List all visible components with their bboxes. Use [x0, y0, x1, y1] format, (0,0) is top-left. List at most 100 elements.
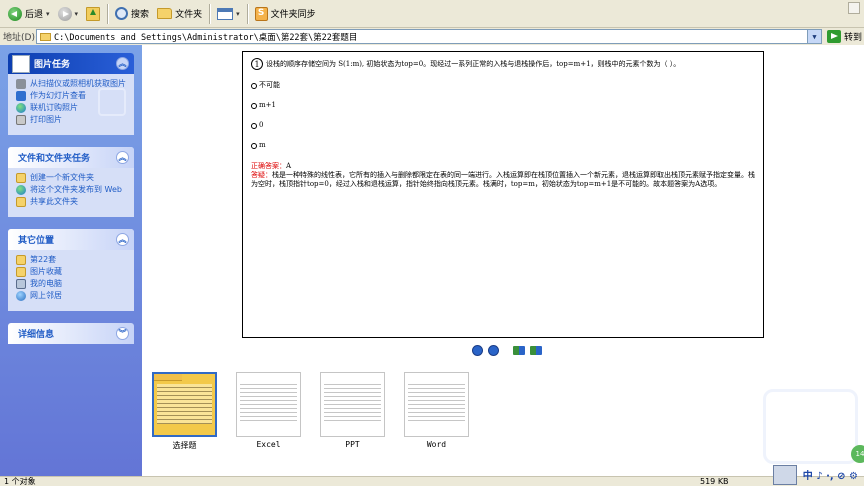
task-label: 将这个文件夹发布到 Web: [30, 185, 122, 194]
answer-value: A: [286, 162, 292, 170]
picture-watermark-icon: [763, 389, 858, 464]
task-label: 从扫描仪或照相机获取图片: [30, 79, 126, 88]
details-panel: 详细信息 ︾: [8, 323, 134, 344]
thumbnail-item[interactable]: PPT: [320, 372, 385, 451]
option-label: 不可能: [259, 81, 280, 89]
task-new-folder[interactable]: 创建一个新文件夹: [16, 173, 128, 183]
address-path: C:\Documents and Settings\Administrator\…: [54, 32, 358, 43]
filmstrip-view: 1 设栈的顺序存储空间为 S(1:m), 初始状态为top=0。现经过一系列正常…: [142, 45, 864, 476]
place-label: 网上邻居: [30, 291, 62, 300]
thumbnail-label: PPT: [345, 440, 360, 449]
question-number: 1: [251, 58, 263, 70]
rotate-counterclockwise-button[interactable]: [530, 346, 542, 355]
network-icon: [16, 291, 26, 301]
ime-toolbar[interactable]: 中 ♪ ·, ⊘ ⚙: [772, 463, 864, 486]
toolbar-separator: [107, 3, 109, 24]
other-places-header[interactable]: 其它位置 ︽: [8, 229, 134, 250]
search-label: 搜索: [131, 10, 150, 20]
thumbnail-item[interactable]: Excel: [236, 372, 301, 451]
place-my-computer[interactable]: 我的电脑: [16, 279, 128, 289]
share-folder-icon: [16, 197, 26, 207]
folder-icon: [40, 32, 51, 41]
place-label: 第22套: [30, 255, 57, 264]
folders-button[interactable]: 文件夹: [153, 3, 206, 25]
collapse-chevron-icon[interactable]: ︽: [116, 57, 129, 70]
toolbar: 后退 ▾ ▾ 搜索 文件夹 ▾ S 文件夹同步: [0, 0, 864, 28]
back-dropdown-icon[interactable]: ▾: [46, 10, 50, 18]
back-button[interactable]: 后退 ▾: [4, 3, 54, 25]
windows-logo-icon: [848, 2, 860, 14]
up-folder-button[interactable]: [82, 3, 104, 25]
task-share-folder[interactable]: 共享此文件夹: [16, 197, 128, 207]
place-set-22[interactable]: 第22套: [16, 255, 128, 265]
thumbnail-label: Word: [426, 440, 447, 449]
radio-icon: [251, 142, 257, 149]
collapse-chevron-icon[interactable]: ︽: [116, 233, 129, 246]
folder-sync-button[interactable]: S 文件夹同步: [251, 3, 320, 25]
picture-tasks-header[interactable]: ▣ 图片任务 ︽: [8, 53, 134, 74]
place-my-pictures[interactable]: 图片收藏: [16, 267, 128, 277]
address-input[interactable]: C:\Documents and Settings\Administrator\…: [36, 29, 822, 44]
task-label: 共享此文件夹: [30, 197, 78, 206]
task-publish-web[interactable]: 将这个文件夹发布到 Web: [16, 185, 128, 195]
up-folder-icon: [86, 6, 101, 21]
views-button[interactable]: ▾: [213, 3, 244, 25]
place-network[interactable]: 网上邻居: [16, 291, 128, 301]
thumbnail-label: 选择题: [172, 441, 197, 450]
explanation-label: 答疑：: [251, 171, 272, 179]
next-image-button[interactable]: [488, 345, 499, 356]
task-label: 打印图片: [30, 115, 62, 124]
publish-web-icon: [16, 185, 26, 195]
folders-label: 文件夹: [175, 10, 203, 20]
file-tasks-body: 创建一个新文件夹 将这个文件夹发布到 Web 共享此文件夹: [8, 168, 134, 217]
picture-tasks-body: 从扫描仪或照相机获取图片 作为幻灯片查看 联机订购照片 打印图片: [8, 74, 134, 135]
forward-button[interactable]: ▾: [54, 3, 83, 25]
floating-badge[interactable]: 14: [851, 445, 864, 463]
expand-chevron-icon[interactable]: ︾: [116, 327, 129, 340]
thumbnail-image: [152, 372, 217, 437]
new-folder-icon: [16, 173, 26, 183]
image-preview: 1 设栈的顺序存储空间为 S(1:m), 初始状态为top=0。现经过一系列正常…: [242, 51, 764, 338]
go-button[interactable]: 转到: [827, 30, 862, 43]
other-places-body: 第22套 图片收藏 我的电脑 网上邻居: [8, 250, 134, 311]
slideshow-icon: [16, 91, 26, 101]
collapse-chevron-icon[interactable]: ︽: [116, 151, 129, 164]
thumbnail-item[interactable]: 选择题: [152, 372, 217, 451]
details-header[interactable]: 详细信息 ︾: [8, 323, 134, 344]
printer-icon: [16, 115, 26, 125]
task-label: 联机订购照片: [30, 103, 78, 112]
sync-icon: S: [254, 6, 268, 21]
picture-icon: ▣: [12, 54, 30, 73]
search-button[interactable]: 搜索: [111, 3, 153, 25]
option-a: 不可能: [251, 81, 755, 90]
place-label: 我的电脑: [30, 279, 62, 288]
views-icon: [217, 7, 234, 20]
folder-icon: [157, 8, 173, 19]
picture-tasks-panel: ▣ 图片任务 ︽ 从扫描仪或照相机获取图片 作为幻灯片查看 联机订购照片 打印图…: [8, 53, 134, 135]
picture-tasks-title: 图片任务: [34, 60, 71, 70]
rotate-clockwise-button[interactable]: [513, 346, 525, 355]
folder-icon: [16, 255, 26, 265]
address-label: 地址(D): [3, 33, 35, 43]
go-arrow-icon: [827, 30, 841, 43]
explanation-text: 栈是一种特殊的线性表，它所有的插入与删除都限定在表的同一端进行。入栈运算即在栈顶…: [251, 171, 755, 188]
radio-icon: [251, 82, 257, 89]
thumbnail-item[interactable]: Word: [404, 372, 469, 451]
radio-icon: [251, 102, 257, 109]
option-b: m+1: [251, 101, 755, 110]
forward-dropdown-icon[interactable]: ▾: [75, 10, 79, 18]
other-places-panel: 其它位置 ︽ 第22套 图片收藏 我的电脑 网上邻居: [8, 229, 134, 311]
task-label: 创建一个新文件夹: [30, 173, 94, 182]
previous-image-button[interactable]: [472, 345, 483, 356]
status-bar: 1 个对象 519 KB: [0, 476, 864, 486]
ime-status-text: 中 ♪ ·, ⊘ ⚙: [802, 471, 858, 482]
task-print-pictures[interactable]: 打印图片: [16, 115, 128, 125]
file-tasks-title: 文件和文件夹任务: [18, 154, 91, 164]
details-title: 详细信息: [18, 330, 55, 340]
address-dropdown-icon[interactable]: ▼: [807, 30, 821, 43]
option-label: m: [259, 141, 266, 149]
picture-watermark-icon: [98, 88, 126, 116]
file-tasks-header[interactable]: 文件和文件夹任务 ︽: [8, 147, 134, 168]
scanner-icon: [16, 79, 26, 89]
ime-computer-icon: [772, 464, 797, 485]
